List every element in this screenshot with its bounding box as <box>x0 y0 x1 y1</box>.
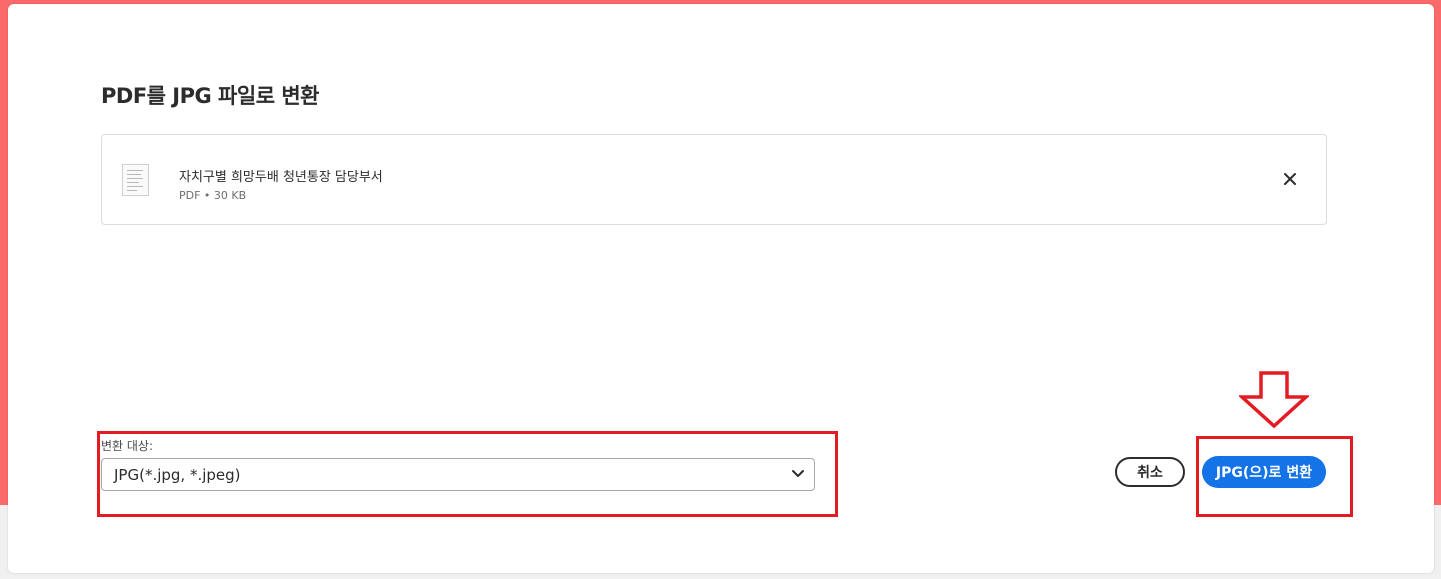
down-arrow-icon <box>1239 371 1309 429</box>
close-icon[interactable] <box>1282 171 1298 187</box>
dialog-title: PDF를 JPG 파일로 변환 <box>101 84 319 108</box>
file-card: 자치구별 희망두배 청년통장 담당부서 PDF • 30 KB <box>101 134 1327 225</box>
cancel-button[interactable]: 취소 <box>1115 457 1185 487</box>
file-name: 자치구별 희망두배 청년통장 담당부서 <box>179 170 383 185</box>
file-meta: PDF • 30 KB <box>179 189 247 202</box>
highlight-convert-target <box>97 431 838 517</box>
pdf-file-thumbnail-icon <box>122 164 149 196</box>
highlight-convert-button <box>1196 436 1353 517</box>
